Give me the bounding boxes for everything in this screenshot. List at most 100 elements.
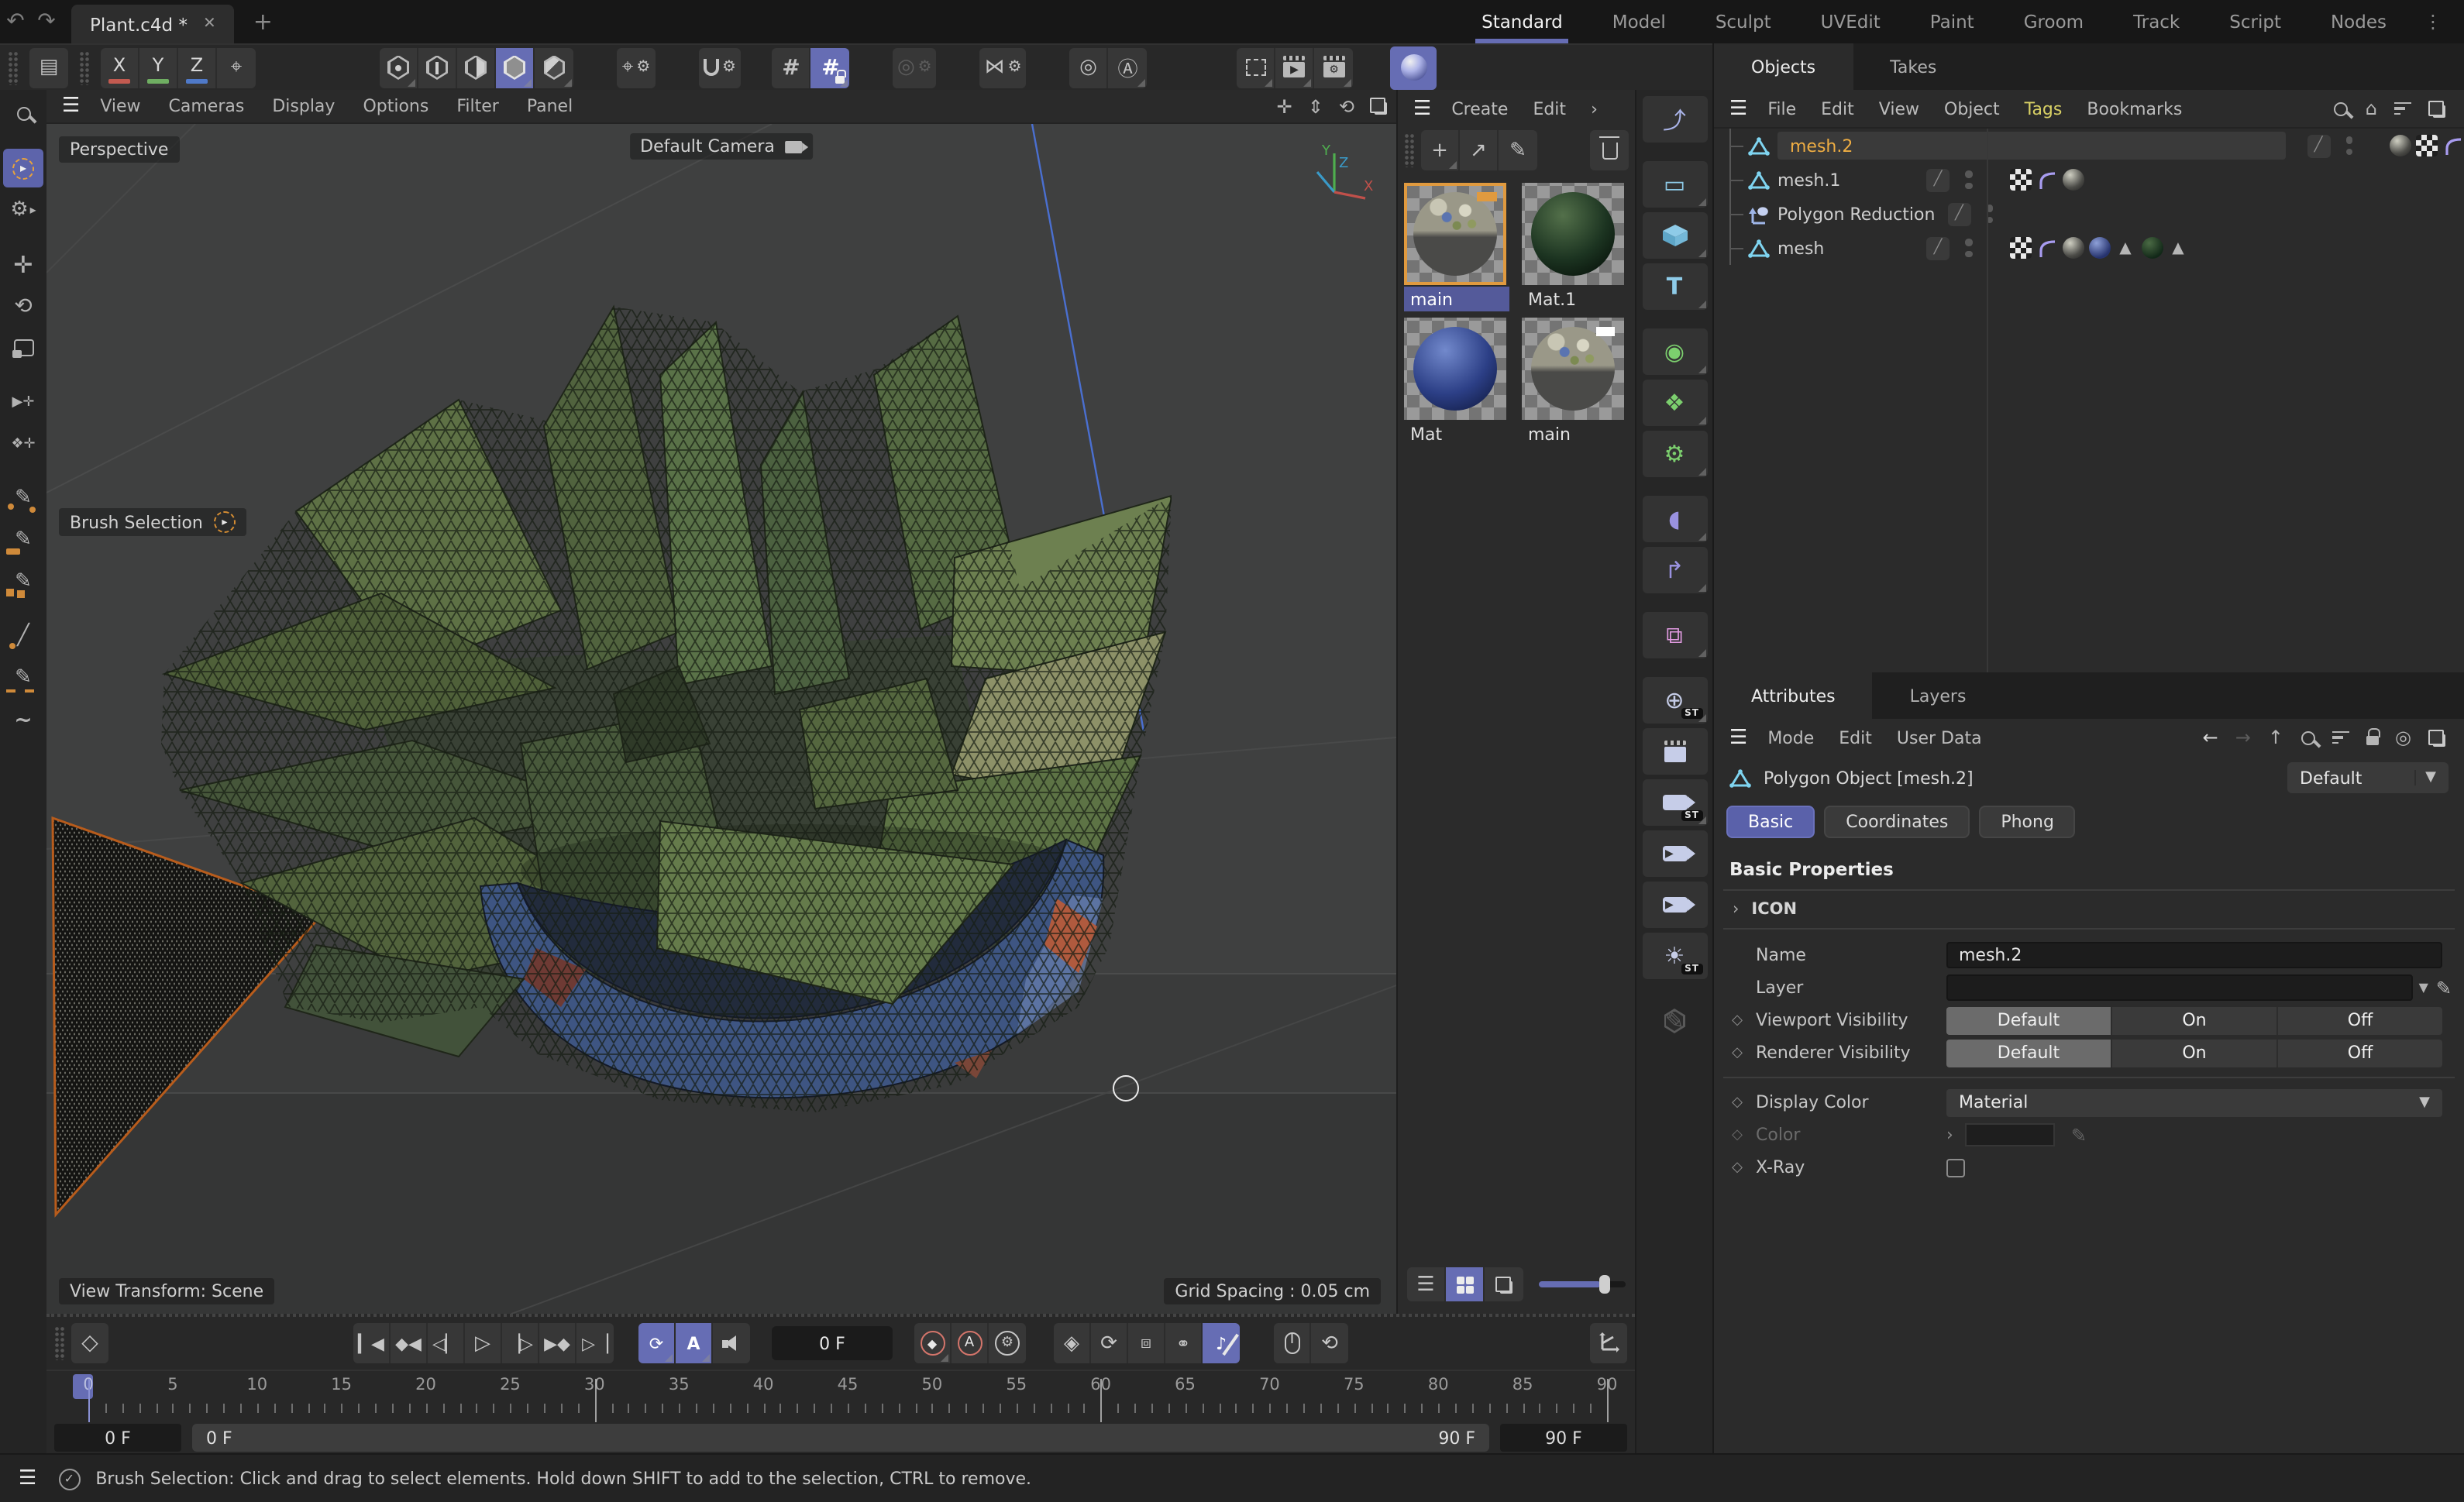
materials-menu-icon[interactable]: ☰ — [1413, 97, 1431, 120]
next-frame-button[interactable]: ▕▷ — [502, 1323, 539, 1363]
grid-lock-button[interactable]: # — [810, 47, 849, 88]
visibility-default[interactable]: Default — [1946, 1006, 2112, 1034]
material-tag[interactable] — [2088, 237, 2110, 259]
object-name[interactable]: mesh — [1777, 238, 1926, 258]
record-pla-toggle[interactable]: ♪ — [1203, 1323, 1240, 1363]
search-icon[interactable] — [2335, 101, 2349, 115]
tab-objects[interactable]: Objects — [1714, 43, 1853, 90]
redo-icon[interactable]: ↷ — [31, 9, 62, 34]
grid-view-button[interactable] — [1446, 1267, 1485, 1301]
record-scale-toggle[interactable]: ⧈ — [1128, 1323, 1165, 1363]
undo-icon[interactable]: ↶ — [0, 9, 31, 34]
rotate-view-icon[interactable]: ⟲ — [1339, 95, 1354, 117]
new-material-button[interactable] — [1391, 46, 1437, 89]
transfer-tool-button[interactable]: ▶✛ — [3, 383, 43, 421]
prev-frame-button[interactable]: ◁▏ — [428, 1323, 465, 1363]
spline-primitive-button[interactable]: ▭ — [1642, 161, 1707, 208]
layout-track[interactable]: Track — [2108, 0, 2204, 43]
viewport-menu-icon[interactable]: ☰ — [62, 95, 80, 118]
icon-group-row[interactable]: › ICON — [1714, 891, 2464, 928]
stage-object-button[interactable] — [1642, 728, 1707, 775]
tab-layers[interactable]: Layers — [1873, 672, 2004, 719]
layout-groom[interactable]: Groom — [1999, 0, 2108, 43]
objects-menu-file[interactable]: File — [1757, 98, 1807, 119]
axis-lock-y-button[interactable]: Y — [139, 47, 178, 88]
delete-material-button[interactable] — [1590, 130, 1629, 170]
camera-label[interactable]: Default Camera — [629, 133, 814, 160]
layout-menu-kebab-icon[interactable]: ⋮ — [2411, 0, 2455, 43]
viewport-menu-cameras[interactable]: Cameras — [155, 96, 259, 116]
generator-button[interactable]: ◉ — [1642, 328, 1707, 375]
find-tool-button[interactable] — [3, 95, 43, 133]
timeline-drag-handle[interactable] — [54, 1326, 65, 1360]
scale-tool-button[interactable] — [3, 328, 43, 367]
visibility-dots[interactable] — [2345, 136, 2352, 155]
material-item[interactable]: main — [1404, 183, 1509, 311]
phong-tag[interactable] — [2442, 135, 2464, 156]
edit-toggle-icon[interactable]: ╱ — [1926, 236, 1950, 259]
layout-uvedit[interactable]: UVEdit — [1796, 0, 1905, 43]
timeline-ruler[interactable]: 051015202530354045505560657075808590 — [46, 1370, 1635, 1401]
material-tag[interactable] — [2141, 237, 2163, 259]
model-mode-button[interactable] — [496, 47, 535, 88]
filter-icon[interactable] — [2394, 101, 2411, 115]
phong-tag[interactable] — [2036, 169, 2057, 191]
objects-menu-edit[interactable]: Edit — [1810, 98, 1865, 119]
objects-menu-icon[interactable]: ☰ — [1729, 97, 1747, 120]
render-view-button[interactable]: ▶ — [1276, 47, 1315, 88]
layout-standard[interactable]: Standard — [1457, 0, 1588, 43]
sketch-tool-button[interactable]: ~ — [3, 700, 43, 739]
record-parameter-toggle[interactable]: ⚭ — [1165, 1323, 1203, 1363]
chevron-down-icon[interactable]: ▼ — [2419, 981, 2428, 995]
record-rotation-toggle[interactable]: ⟳ — [1091, 1323, 1128, 1363]
preset-dropdown[interactable]: Default▼ — [2287, 762, 2449, 793]
next-key-button[interactable]: ▶◆ — [539, 1323, 576, 1363]
layer-input[interactable] — [1946, 974, 2413, 1001]
brush-selection-tool-button[interactable]: ▸ — [3, 149, 43, 187]
rotate-tool-button[interactable]: ⟲ — [3, 287, 43, 325]
instance-object-button[interactable]: ↱ — [1642, 547, 1707, 593]
autokey-button[interactable]: A — [952, 1323, 989, 1363]
axis-modify-tool-button[interactable]: ❖✛ — [3, 424, 43, 463]
attributes-menu-icon[interactable]: ☰ — [1729, 726, 1747, 749]
tree-row-mesh2[interactable]: mesh.2 ╱ — [1714, 129, 2464, 163]
sound-button[interactable] — [713, 1323, 750, 1363]
symmetry-button[interactable]: ⋈⚙ — [980, 47, 1027, 88]
viewport-canvas[interactable]: Perspective Default Camera Y Z X Brush S… — [46, 124, 1396, 1314]
keyframe-settings-button[interactable]: ⚙ — [989, 1323, 1026, 1363]
objects-menu-object[interactable]: Object — [1933, 98, 2011, 119]
snap-button[interactable]: ⚙ — [699, 47, 741, 88]
close-icon[interactable]: ✕ — [203, 15, 216, 33]
edit-toggle-icon[interactable]: ╱ — [2307, 134, 2330, 157]
materials-menu-edit[interactable]: Edit — [1522, 98, 1577, 119]
camera-st-button[interactable]: ST — [1642, 779, 1707, 826]
tree-row-mesh1[interactable]: mesh.1 ╱ — [1714, 163, 2464, 197]
play-button[interactable]: ▷ — [465, 1323, 502, 1363]
materials-menu-create[interactable]: Create — [1440, 98, 1519, 119]
materials-drag-handle[interactable] — [1404, 133, 1415, 167]
rotation-record-button[interactable]: ⟲ — [1311, 1323, 1348, 1363]
objects-menu-tags[interactable]: Tags — [2014, 98, 2073, 119]
chip-phong[interactable]: Phong — [1979, 806, 2076, 838]
spline-smooth-tool-button[interactable]: ✎ — [3, 521, 43, 559]
axis-lock-z-button[interactable]: Z — [178, 47, 217, 88]
tab-takes[interactable]: Takes — [1853, 43, 1974, 90]
popout-icon[interactable] — [2428, 729, 2445, 746]
falloff-button[interactable]: ◎⚙ — [893, 47, 937, 88]
chevron-right-icon[interactable]: › — [1946, 1125, 1953, 1145]
edges-mode-button[interactable] — [418, 47, 457, 88]
chip-basic[interactable]: Basic — [1726, 806, 1815, 838]
rings-button[interactable]: ◎ — [1070, 47, 1109, 88]
objects-menu-view[interactable]: View — [1868, 98, 1930, 119]
volume-builder-button[interactable]: ❖ — [1642, 380, 1707, 426]
spline-pen-tool-button[interactable]: ✎ — [3, 479, 43, 517]
coordinate-system-button[interactable]: ⌖ — [217, 47, 256, 88]
display-color-select[interactable]: Material▼ — [1946, 1088, 2442, 1116]
filter-icon[interactable] — [2332, 730, 2349, 744]
pick-material-button[interactable]: ✎ — [1499, 130, 1537, 170]
layer-view-button[interactable] — [1485, 1267, 1523, 1301]
visibility-dots[interactable] — [1965, 239, 1972, 257]
layout-script[interactable]: Script — [2204, 0, 2306, 43]
material-tag[interactable] — [2062, 169, 2084, 191]
eyedropper-icon[interactable]: ✎ — [2436, 977, 2452, 998]
